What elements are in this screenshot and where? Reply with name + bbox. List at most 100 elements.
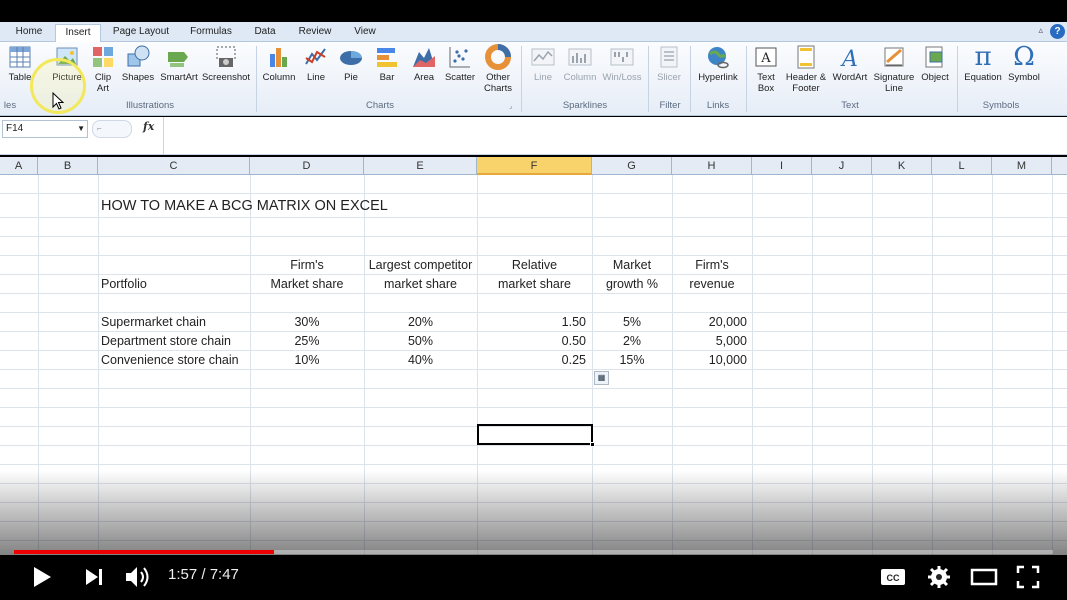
tab-insert[interactable]: Insert <box>55 24 101 42</box>
table-cell-firm-share[interactable]: 30% <box>250 313 364 331</box>
slicer-button[interactable]: Slicer <box>652 44 686 83</box>
column-header-f[interactable]: F <box>477 157 592 175</box>
header-footer-icon <box>797 45 815 69</box>
name-box[interactable]: F14 ▼ <box>2 120 88 138</box>
active-cell-selection[interactable] <box>477 424 595 447</box>
shapes-button[interactable]: Shapes <box>120 44 156 83</box>
other-charts-button[interactable]: Other Charts <box>480 44 516 94</box>
tab-data[interactable]: Data <box>247 24 283 42</box>
volume-icon[interactable] <box>124 565 152 589</box>
header-portfolio[interactable]: Portfolio <box>101 275 147 293</box>
table-cell-competitor-share[interactable]: 40% <box>364 351 477 369</box>
header-market-growth-line1[interactable]: Market <box>592 256 672 274</box>
group-label-filter: Filter <box>659 100 681 111</box>
help-icon[interactable]: ? <box>1050 24 1065 39</box>
bar-chart-button[interactable]: Bar <box>372 44 402 83</box>
table-row-name[interactable]: Department store chain <box>101 332 231 350</box>
table-cell-relative-share[interactable]: 0.50 <box>477 332 586 350</box>
fill-handle[interactable] <box>590 442 595 447</box>
chevron-down-icon[interactable]: ▼ <box>77 121 85 137</box>
table-cell-growth[interactable]: 2% <box>592 332 672 350</box>
table-cell-firm-share[interactable]: 25% <box>250 332 364 350</box>
column-header-d[interactable]: D <box>250 157 364 175</box>
wordart-button[interactable]: A WordArt <box>830 44 870 83</box>
sheet-title[interactable]: HOW TO MAKE A BCG MATRIX ON EXCEL <box>101 197 388 215</box>
signature-line-button[interactable]: Signature Line <box>872 44 916 94</box>
paste-options-icon[interactable]: ▦ <box>594 371 609 385</box>
table-row-name[interactable]: Convenience store chain <box>101 351 239 369</box>
column-header-i[interactable]: I <box>752 157 812 175</box>
header-firms-revenue-line2[interactable]: revenue <box>672 275 752 293</box>
tab-formulas[interactable]: Formulas <box>183 24 239 42</box>
symbol-button[interactable]: Ω Symbol <box>1006 44 1042 83</box>
wordart-icon: A <box>840 47 858 70</box>
header-firms-revenue-line1[interactable]: Firm's <box>672 256 752 274</box>
smartart-button[interactable]: SmartArt <box>157 44 201 83</box>
table-row-name[interactable]: Supermarket chain <box>101 313 206 331</box>
settings-gear-icon[interactable] <box>927 565 951 589</box>
header-market-growth-line2[interactable]: growth % <box>592 275 672 293</box>
theater-mode-icon[interactable] <box>970 567 998 587</box>
header-relative-share-line1[interactable]: Relative <box>477 256 592 274</box>
tab-home[interactable]: Home <box>8 24 50 42</box>
captions-icon[interactable]: CC <box>880 567 906 587</box>
object-button[interactable]: Object <box>918 44 952 83</box>
video-player[interactable]: { "ribbon": { "tabs": [ {"label": "Home"… <box>0 0 1067 600</box>
minimize-ribbon-icon[interactable]: ▵ <box>1038 25 1043 36</box>
scatter-chart-button[interactable]: Scatter <box>442 44 478 83</box>
header-footer-button[interactable]: Header & Footer <box>784 44 828 94</box>
column-header-l[interactable]: L <box>932 157 992 175</box>
column-header-c[interactable]: C <box>98 157 250 175</box>
table-cell-competitor-share[interactable]: 50% <box>364 332 477 350</box>
table-cell-revenue[interactable]: 20,000 <box>672 313 747 331</box>
line-chart-button[interactable]: Line <box>300 44 332 83</box>
sparkline-winloss-button[interactable]: Win/Loss <box>600 44 644 83</box>
pie-chart-button[interactable]: Pie <box>336 44 366 83</box>
group-separator <box>746 46 747 112</box>
formula-input[interactable] <box>168 121 1058 141</box>
hyperlink-button[interactable]: Hyperlink <box>694 44 742 83</box>
table-cell-revenue[interactable]: 10,000 <box>672 351 747 369</box>
column-header-b[interactable]: B <box>38 157 98 175</box>
table-cell-revenue[interactable]: 5,000 <box>672 332 747 350</box>
column-header-m[interactable]: M <box>992 157 1052 175</box>
column-chart-button[interactable]: Column <box>259 44 299 83</box>
header-largest-competitor-line2[interactable]: market share <box>364 275 477 293</box>
svg-text:A: A <box>760 51 771 66</box>
clip-art-button[interactable]: Clip Art <box>88 44 118 94</box>
sparkline-column-button[interactable]: Column <box>560 44 600 83</box>
column-header-k[interactable]: K <box>872 157 932 175</box>
column-header-e[interactable]: E <box>364 157 477 175</box>
area-chart-button[interactable]: Area <box>408 44 440 83</box>
sparkline-line-button[interactable]: Line <box>526 44 560 83</box>
text-box-button[interactable]: A Text Box <box>750 44 782 94</box>
column-header-g[interactable]: G <box>592 157 672 175</box>
progress-bar[interactable] <box>14 550 1053 554</box>
table-cell-firm-share[interactable]: 10% <box>250 351 364 369</box>
dialog-launcher-icon[interactable]: ⌟ <box>509 102 512 110</box>
table-cell-relative-share[interactable]: 1.50 <box>477 313 586 331</box>
column-header-h[interactable]: H <box>672 157 752 175</box>
play-icon[interactable] <box>32 566 52 588</box>
column-header-j[interactable]: J <box>812 157 872 175</box>
group-separator <box>648 46 649 112</box>
screenshot-button[interactable]: Screenshot <box>201 44 251 83</box>
table-cell-growth[interactable]: 5% <box>592 313 672 331</box>
table-cell-competitor-share[interactable]: 20% <box>364 313 477 331</box>
tab-review[interactable]: Review <box>292 24 338 42</box>
table-cell-growth[interactable]: 15% <box>592 351 672 369</box>
fullscreen-icon[interactable] <box>1016 565 1040 589</box>
header-firms-market-share-line2[interactable]: Market share <box>250 275 364 293</box>
header-largest-competitor-line1[interactable]: Largest competitor <box>364 256 477 274</box>
column-header-a[interactable]: A <box>0 157 38 175</box>
tab-view[interactable]: View <box>346 24 384 42</box>
tab-page-layout[interactable]: Page Layout <box>107 24 175 42</box>
insert-function-button[interactable]: fx <box>143 120 154 133</box>
next-icon[interactable] <box>84 568 104 586</box>
equation-button[interactable]: π Equation <box>960 44 1006 83</box>
header-relative-share-line2[interactable]: market share <box>477 275 592 293</box>
group-label-links: Links <box>706 100 730 111</box>
pi-icon: π <box>974 42 992 72</box>
header-firms-market-share-line1[interactable]: Firm's <box>250 256 364 274</box>
table-cell-relative-share[interactable]: 0.25 <box>477 351 586 369</box>
